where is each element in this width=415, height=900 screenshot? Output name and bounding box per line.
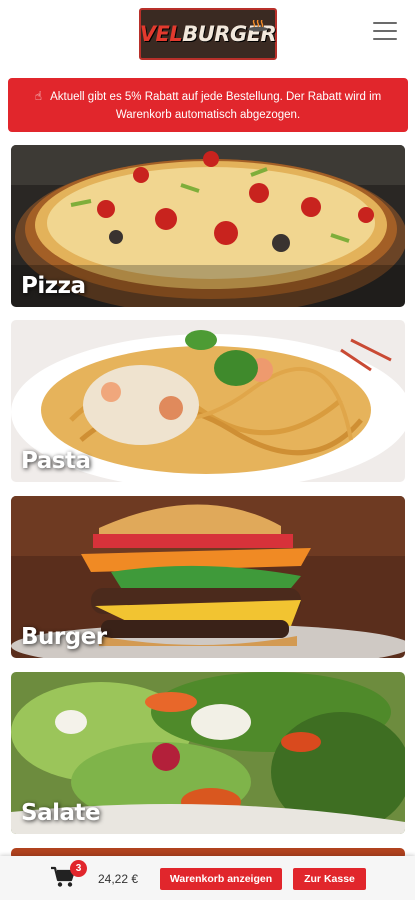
logo[interactable]: VELBURGER (139, 8, 277, 60)
grill-icon (248, 20, 268, 32)
category-card-pizza[interactable]: Pizza (11, 145, 405, 307)
checkout-button[interactable]: Zur Kasse (293, 868, 366, 890)
category-label: Salate (21, 800, 101, 826)
category-card-salate[interactable]: Salate (11, 672, 405, 834)
discount-notice-text: Aktuell gibt es 5% Rabatt auf jede Beste… (50, 91, 382, 121)
category-card-burger[interactable]: Burger (11, 496, 405, 658)
discount-notice: ☝ Aktuell gibt es 5% Rabatt auf jede Best… (8, 78, 408, 132)
category-label: Pasta (21, 448, 91, 474)
pointing-hand-icon: ☝ (34, 89, 43, 103)
view-cart-button[interactable]: Warenkorb anzeigen (160, 868, 282, 890)
site-header: VELBURGER (0, 0, 415, 72)
category-label: Pizza (21, 273, 86, 299)
cart-bar: 3 24,22 € Warenkorb anzeigen Zur Kasse (0, 856, 415, 900)
cart-count-badge: 3 (70, 860, 87, 877)
cart-total: 24,22 € (98, 872, 139, 886)
hamburger-menu-icon[interactable] (373, 22, 397, 42)
category-card-pasta[interactable]: Pasta (11, 320, 405, 482)
category-label: Burger (21, 624, 107, 650)
